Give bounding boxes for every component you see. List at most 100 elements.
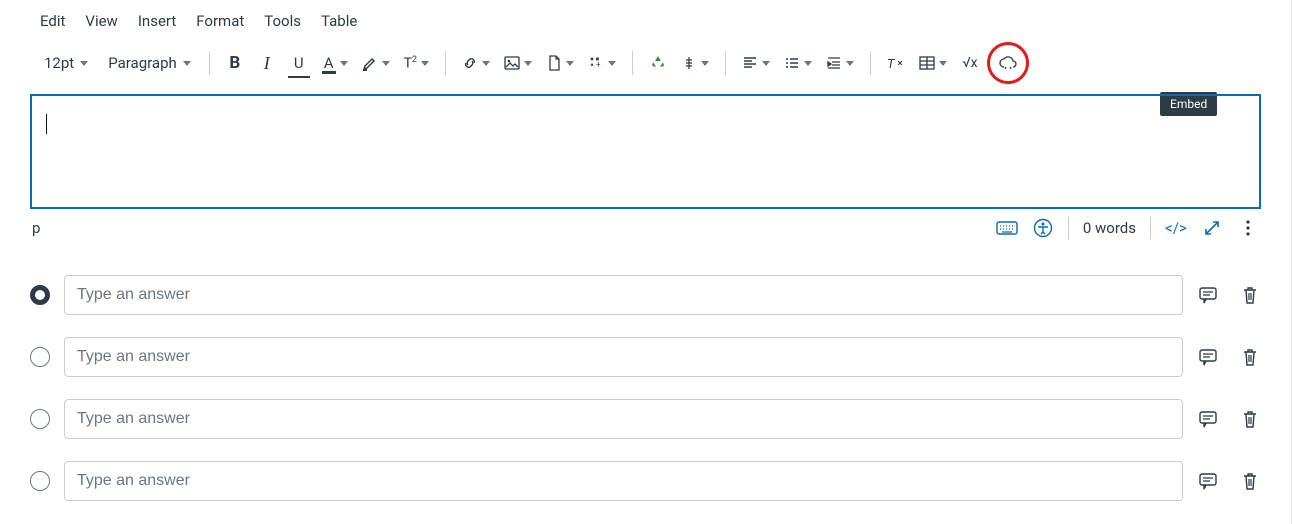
document-upload-button[interactable]: +	[584, 49, 620, 77]
answer-input[interactable]	[64, 275, 1183, 315]
answer-row	[30, 461, 1261, 501]
text-color-icon: A	[322, 54, 336, 72]
image-button[interactable]	[500, 49, 536, 77]
clear-formatting-button[interactable]: T	[883, 49, 909, 77]
trash-icon	[1241, 285, 1259, 305]
delete-button[interactable]	[1239, 284, 1261, 306]
equation-button[interactable]: √x	[957, 49, 983, 77]
table-button[interactable]	[915, 49, 951, 77]
align-left-icon	[742, 55, 758, 71]
html-editor-button[interactable]: </>	[1165, 217, 1187, 239]
block-format-dropdown[interactable]: Paragraph	[100, 49, 197, 77]
answer-input[interactable]	[64, 337, 1183, 377]
delete-button[interactable]	[1239, 408, 1261, 430]
block-format-label: Paragraph	[108, 54, 177, 72]
sqrt-icon: √x	[962, 55, 977, 71]
accessibility-checker-button[interactable]	[1032, 217, 1054, 239]
bold-button[interactable]: B	[222, 49, 248, 77]
svg-text:+: +	[596, 60, 601, 69]
keyboard-shortcuts-button[interactable]	[996, 217, 1018, 239]
link-button[interactable]	[458, 49, 494, 77]
menu-format[interactable]: Format	[196, 12, 244, 30]
external-app-button[interactable]	[645, 49, 671, 77]
answer-radio[interactable]	[30, 471, 50, 491]
comment-icon	[1198, 285, 1218, 305]
comment-button[interactable]	[1197, 284, 1219, 306]
menu-edit[interactable]: Edit	[40, 12, 65, 30]
answer-radio[interactable]	[30, 285, 50, 305]
align-button[interactable]	[738, 49, 774, 77]
answer-radio[interactable]	[30, 347, 50, 367]
more-options-button[interactable]	[1237, 217, 1259, 239]
list-bullets-button[interactable]	[780, 49, 816, 77]
list-icon	[784, 55, 800, 71]
embed-button[interactable]	[994, 49, 1022, 77]
expand-icon	[1203, 219, 1221, 237]
answer-row	[30, 399, 1261, 439]
comment-icon	[1198, 409, 1218, 429]
comment-button[interactable]	[1197, 346, 1219, 368]
answer-list	[30, 275, 1261, 501]
comment-icon	[1198, 347, 1218, 367]
status-right: 0 words </>	[996, 217, 1259, 239]
cloud-embed-icon	[998, 55, 1018, 71]
answer-row	[30, 337, 1261, 377]
text-cursor	[46, 114, 47, 134]
menubar: Edit View Insert Format Tools Table	[30, 12, 1261, 38]
ruler-icon	[681, 55, 697, 71]
fullscreen-button[interactable]	[1201, 217, 1223, 239]
chevron-down-icon	[183, 61, 191, 66]
media-record-button[interactable]	[542, 49, 578, 77]
answer-row	[30, 275, 1261, 315]
highlighter-icon	[362, 55, 378, 71]
paragraph-group	[738, 49, 858, 77]
text-style-group: B I U A T2	[222, 49, 433, 77]
table-icon	[919, 55, 935, 71]
link-icon	[462, 55, 478, 71]
italic-button[interactable]: I	[254, 49, 280, 77]
lti-tool-button[interactable]	[677, 49, 713, 77]
comment-button[interactable]	[1197, 408, 1219, 430]
font-size-dropdown[interactable]: 12pt	[36, 49, 94, 77]
toolbar: 12pt Paragraph B I U A T2	[30, 38, 1261, 88]
chevron-down-icon	[80, 61, 88, 66]
a11y-icon	[1033, 218, 1053, 238]
insert-group: +	[458, 49, 620, 77]
editor-container: Edit View Insert Format Tools Table 12pt…	[0, 0, 1292, 524]
underline-button[interactable]: U	[286, 49, 312, 77]
apps-group	[645, 49, 713, 77]
indent-icon	[826, 55, 842, 71]
font-group: 12pt Paragraph	[36, 49, 197, 77]
word-count: 0 words	[1083, 219, 1136, 237]
superscript-button[interactable]: T2	[400, 49, 433, 77]
keyboard-icon	[996, 220, 1018, 236]
indent-button[interactable]	[822, 49, 858, 77]
superscript-icon: T2	[404, 55, 417, 72]
misc-group: T √x	[883, 42, 1029, 84]
highlight-color-button[interactable]	[358, 49, 394, 77]
delete-button[interactable]	[1239, 470, 1261, 492]
separator	[725, 51, 726, 75]
rich-text-editor[interactable]	[30, 94, 1261, 209]
text-color-button[interactable]: A	[318, 49, 352, 77]
answer-input[interactable]	[64, 399, 1183, 439]
element-path[interactable]: p	[32, 219, 40, 237]
comment-icon	[1198, 471, 1218, 491]
menu-view[interactable]: View	[85, 12, 117, 30]
menu-tools[interactable]: Tools	[264, 12, 301, 30]
delete-button[interactable]	[1239, 346, 1261, 368]
image-icon	[504, 55, 520, 71]
answer-radio[interactable]	[30, 409, 50, 429]
clear-format-icon: T	[887, 55, 905, 71]
comment-button[interactable]	[1197, 470, 1219, 492]
menu-table[interactable]: Table	[321, 12, 357, 30]
menu-insert[interactable]: Insert	[138, 12, 176, 30]
status-bar: p 0 words </>	[30, 209, 1261, 247]
separator	[870, 51, 871, 75]
trash-icon	[1241, 347, 1259, 367]
separator	[209, 51, 210, 75]
separator	[632, 51, 633, 75]
answer-input[interactable]	[64, 461, 1183, 501]
separator	[1150, 217, 1151, 239]
font-size-label: 12pt	[44, 54, 74, 72]
